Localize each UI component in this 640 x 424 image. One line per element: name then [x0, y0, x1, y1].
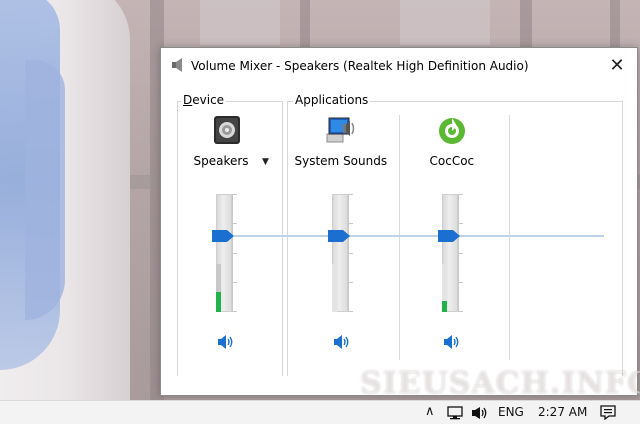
slider-link-line: [234, 235, 604, 237]
peak-meter-fill: [442, 301, 447, 312]
wallpaper-window: [400, 0, 490, 45]
show-hidden-icons-chevron[interactable]: ∧: [425, 404, 435, 419]
action-center-icon[interactable]: [600, 405, 616, 423]
column-divider: [509, 115, 510, 360]
watermark: SIEUSACH.INFO: [360, 366, 640, 401]
channel-label-speakers[interactable]: Speakers: [194, 154, 249, 168]
close-button[interactable]: ✕: [597, 48, 637, 84]
volume-icon: [334, 335, 349, 349]
speaker-icon: [171, 57, 185, 73]
mute-button[interactable]: [333, 334, 351, 350]
device-dropdown-arrow-icon[interactable]: ▼: [262, 157, 269, 167]
volume-slider-thumb[interactable]: [212, 230, 234, 242]
window-title: Volume Mixer - Speakers (Realtek High De…: [191, 59, 529, 73]
mute-button[interactable]: [443, 334, 461, 350]
volume-tray-icon[interactable]: [471, 406, 489, 423]
volume-slider-thumb[interactable]: [438, 230, 460, 242]
clock[interactable]: 2:27 AM: [538, 405, 587, 419]
volume-mixer-window: Volume Mixer - Speakers (Realtek High De…: [160, 47, 638, 396]
title-bar[interactable]: Volume Mixer - Speakers (Realtek High De…: [161, 48, 637, 84]
channel-label-coccoc: CocCoc: [429, 154, 475, 168]
column-divider: [399, 115, 400, 360]
volume-slider-thumb[interactable]: [328, 230, 350, 242]
language-indicator[interactable]: ENG: [498, 405, 524, 419]
peak-meter: [332, 264, 337, 312]
slider-ticks: [348, 194, 353, 312]
device-group-label: Device: [181, 93, 227, 107]
volume-icon: [444, 335, 459, 349]
coccoc-browser-icon[interactable]: [437, 116, 469, 148]
system-sounds-icon[interactable]: [325, 114, 357, 146]
peak-meter: [442, 264, 447, 312]
applications-group-label: Applications: [293, 93, 371, 107]
slider-ticks: [232, 194, 237, 312]
volume-icon: [218, 335, 233, 349]
peak-meter: [216, 264, 221, 312]
peak-meter-fill: [216, 291, 221, 312]
network-icon[interactable]: [447, 406, 463, 423]
speaker-device-icon[interactable]: [211, 114, 243, 146]
mute-button[interactable]: [217, 334, 235, 350]
wallpaper-window: [200, 0, 280, 45]
wallpaper-hair: [25, 60, 65, 320]
taskbar: ∧ ENG 2:27 AM: [0, 400, 640, 424]
channel-label-system-sounds: System Sounds: [294, 154, 388, 168]
slider-ticks: [458, 194, 463, 312]
